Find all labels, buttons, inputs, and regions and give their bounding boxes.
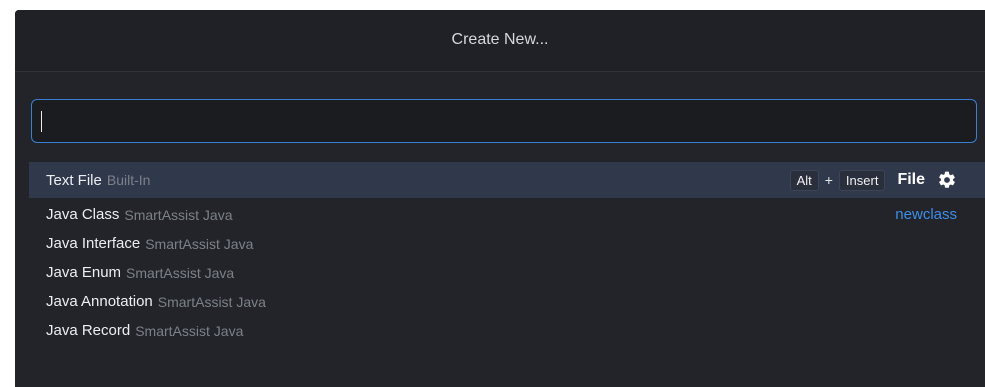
- shortcut-key-alt: Alt: [789, 169, 819, 191]
- list-item-text-file[interactable]: Text File Built-In Alt + Insert File: [29, 162, 985, 198]
- file-action-label: File: [897, 171, 925, 188]
- item-source: Built-In: [106, 172, 151, 188]
- item-source: SmartAssist Java: [145, 235, 254, 252]
- shortcut-key-insert: Insert: [838, 169, 886, 191]
- template-list: Text File Built-In Alt + Insert File Jav…: [29, 162, 985, 345]
- search-input[interactable]: [32, 100, 976, 142]
- search-field[interactable]: [31, 99, 977, 143]
- shortcut-plus: +: [824, 172, 833, 188]
- list-item-java-enum[interactable]: Java Enum SmartAssist Java: [29, 258, 985, 287]
- item-name: Java Record: [46, 322, 131, 339]
- dialog-title: Create New...: [15, 10, 985, 72]
- list-item-java-record[interactable]: Java Record SmartAssist Java: [29, 316, 985, 345]
- list-item-java-interface[interactable]: Java Interface SmartAssist Java: [29, 229, 985, 258]
- item-name: Java Interface: [46, 235, 141, 252]
- create-new-dialog: Create New... Text File Built-In Alt + I…: [15, 10, 985, 387]
- text-cursor: [41, 111, 42, 132]
- item-actions: Alt + Insert File: [789, 169, 957, 191]
- item-name: Java Annotation: [46, 293, 153, 310]
- gear-icon[interactable]: [937, 170, 957, 190]
- list-item-java-class[interactable]: Java Class SmartAssist Java newclass: [29, 200, 985, 229]
- item-name: Java Class: [46, 206, 120, 223]
- item-source: SmartAssist Java: [157, 293, 266, 310]
- item-name: Text File: [46, 171, 102, 189]
- item-name: Java Enum: [46, 264, 122, 281]
- item-alias: newclass: [895, 206, 957, 223]
- list-item-java-annotation[interactable]: Java Annotation SmartAssist Java: [29, 287, 985, 316]
- item-source: SmartAssist Java: [124, 206, 233, 223]
- item-source: SmartAssist Java: [135, 322, 244, 339]
- item-source: SmartAssist Java: [126, 264, 235, 281]
